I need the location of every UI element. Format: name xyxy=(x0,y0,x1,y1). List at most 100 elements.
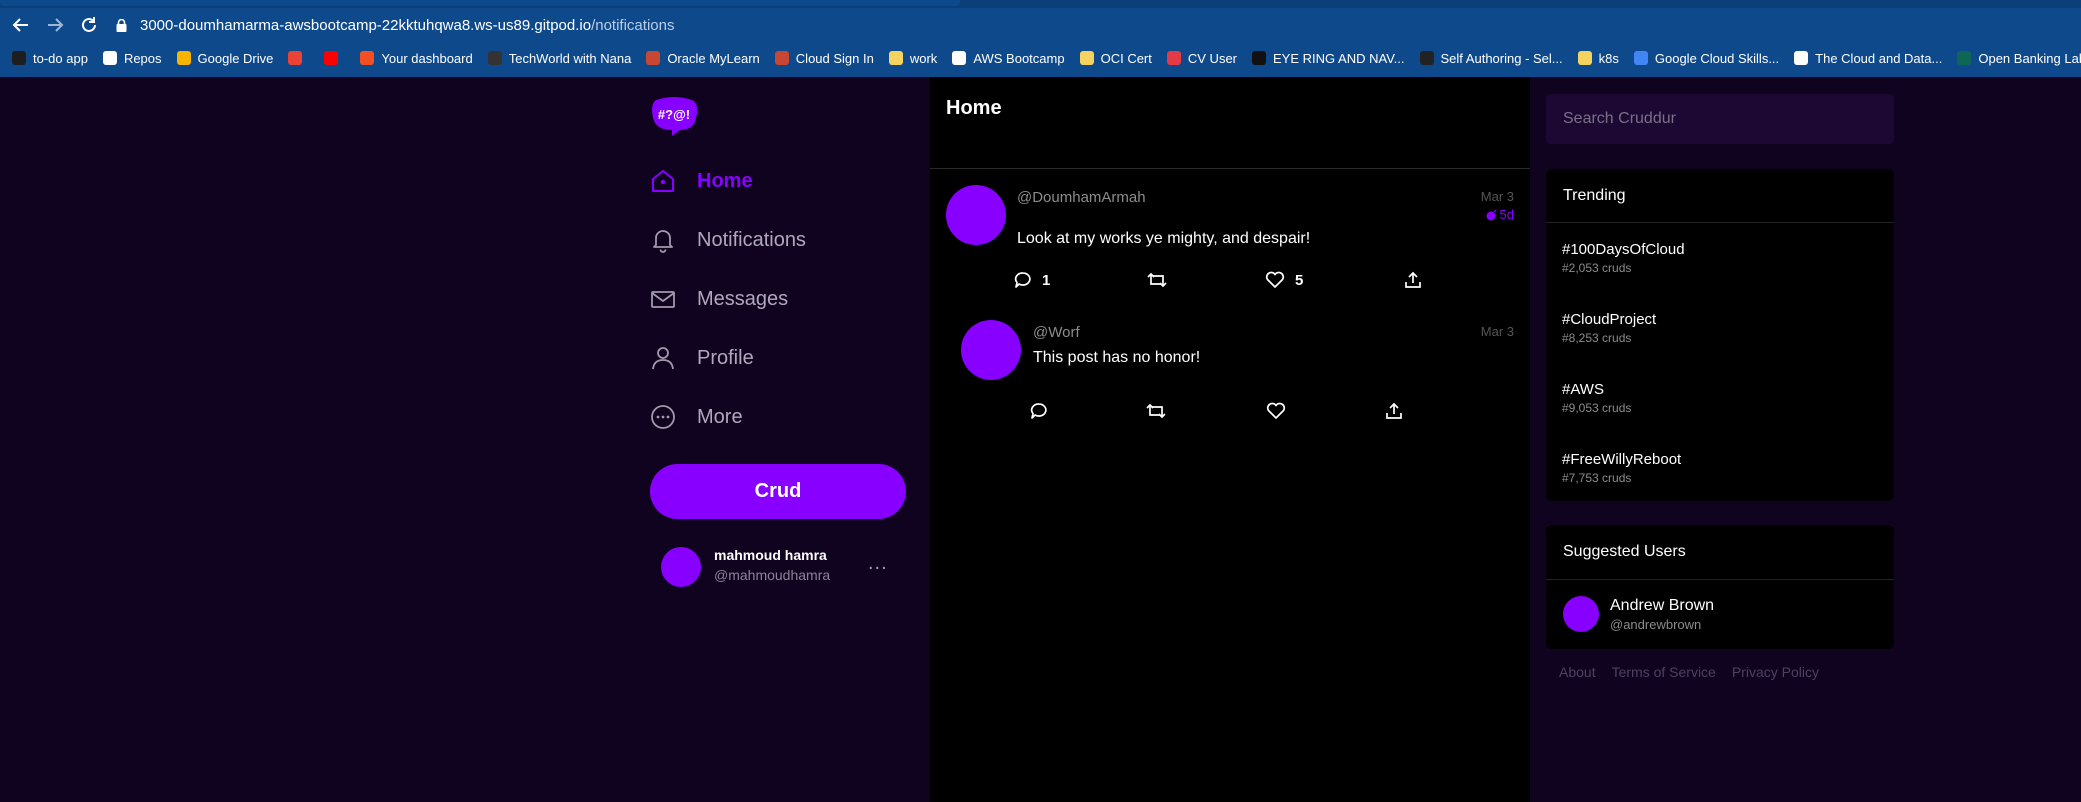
trending-item[interactable]: #FreeWillyReboot #7,753 cruds xyxy=(1562,451,1681,485)
share-icon xyxy=(1405,271,1421,288)
bookmark-item[interactable]: k8s xyxy=(1577,51,1619,66)
bookmark-item[interactable] xyxy=(288,51,309,65)
reply-button[interactable] xyxy=(1030,402,1058,420)
bookmark-icon xyxy=(952,51,967,65)
bookmark-icon xyxy=(288,51,303,65)
tab-strip xyxy=(0,0,2081,8)
trending-count: #2,053 cruds xyxy=(1562,261,1632,275)
sidebar-item-more[interactable]: More xyxy=(650,397,930,437)
bookmark-item[interactable]: CV User xyxy=(1166,51,1237,66)
profile-card[interactable]: mahmoud hamra @mahmoudhamra ... xyxy=(661,542,906,594)
bookmark-item[interactable]: work xyxy=(888,51,937,66)
bookmark-icon xyxy=(1794,51,1809,65)
post-message: This post has no honor! xyxy=(1033,349,1201,366)
reply-button[interactable]: 1 xyxy=(1014,271,1050,289)
forward-arrow-icon[interactable] xyxy=(42,12,68,38)
bookmark-item[interactable]: AWS Bootcamp xyxy=(952,51,1065,66)
bookmark-icon xyxy=(1166,51,1181,65)
post[interactable]: @Worf Mar 3 This post has no honor! xyxy=(930,320,1530,420)
trending-box: Trending #100DaysOfCloud #2,053 cruds #C… xyxy=(1546,169,1894,501)
reply-icon xyxy=(1014,272,1031,288)
bookmark-item[interactable]: to-do app xyxy=(12,51,88,66)
about-link[interactable]: About xyxy=(1559,664,1596,680)
more-circle-icon xyxy=(650,404,676,430)
back-arrow-icon[interactable] xyxy=(8,12,34,38)
reply-icon xyxy=(1030,403,1047,419)
address-bar[interactable]: 3000-doumhamarma-awsbootcamp-22kktuhqwa8… xyxy=(112,12,674,38)
bookmark-item[interactable]: Oracle MyLearn xyxy=(646,51,760,66)
trending-item[interactable]: #100DaysOfCloud #2,053 cruds xyxy=(1562,241,1685,275)
bookmarks-bar: to-do app Repos Google Drive Your dashboard… xyxy=(0,46,2081,70)
trending-count: #8,253 cruds xyxy=(1562,331,1632,345)
sidebar-item-profile[interactable]: Profile xyxy=(650,338,930,378)
avatar[interactable] xyxy=(961,320,1021,380)
logo-text: #?@! xyxy=(658,107,690,122)
bookmark-icon xyxy=(774,51,789,65)
share-icon xyxy=(1386,402,1402,419)
bookmark-label: Repos xyxy=(123,50,162,66)
search-input[interactable]: Search Cruddur xyxy=(1546,94,1894,144)
trending-item[interactable]: #AWS #9,053 cruds xyxy=(1562,381,1631,415)
like-button[interactable]: 5 xyxy=(1265,271,1303,289)
privacy-link[interactable]: Privacy Policy xyxy=(1732,664,1819,680)
bookmark-item[interactable] xyxy=(324,51,345,65)
post-date: Mar 3 xyxy=(1480,189,1514,204)
post-handle[interactable]: @DoumhamArmah xyxy=(1017,189,1146,206)
footer-links: About Terms of Service Privacy Policy xyxy=(1559,664,1835,680)
like-count: 5 xyxy=(1295,271,1304,289)
terms-link[interactable]: Terms of Service xyxy=(1612,664,1716,680)
bookmark-label: Your dashboard xyxy=(381,50,473,66)
tab-active[interactable] xyxy=(0,0,960,6)
bookmark-item[interactable]: TechWorld with Nana xyxy=(487,50,632,66)
bookmark-label: Open Banking Lab -... xyxy=(1978,50,2081,66)
repost-button[interactable] xyxy=(1147,271,1177,289)
share-button[interactable] xyxy=(1385,402,1413,420)
bookmark-item[interactable]: Repos xyxy=(102,50,162,66)
bookmark-item[interactable]: Open Banking Lab -... xyxy=(1957,51,2081,66)
url-text[interactable]: 3000-doumhamarma-awsbootcamp-22kktuhqwa8… xyxy=(140,17,674,34)
trending-tag: #AWS xyxy=(1562,381,1604,398)
tab[interactable] xyxy=(965,0,1205,6)
post[interactable]: @DoumhamArmah Mar 3 5d Look at my works … xyxy=(930,185,1530,289)
trending-count: #7,753 cruds xyxy=(1562,471,1632,485)
sidebar-item-label: Profile xyxy=(697,346,754,369)
avatar[interactable] xyxy=(946,185,1006,245)
bell-icon xyxy=(650,227,676,253)
suggested-user-name[interactable]: Andrew Brown xyxy=(1610,597,1714,615)
bookmark-label: EYE RING AND NAV... xyxy=(1273,50,1405,66)
heart-icon xyxy=(1265,271,1285,288)
share-button[interactable] xyxy=(1404,271,1432,289)
repost-button[interactable] xyxy=(1146,402,1176,420)
profile-handle: @mahmoudhamra xyxy=(714,567,831,583)
bookmark-label: The Cloud and Data... xyxy=(1815,50,1943,66)
bookmark-item[interactable]: Self Authoring - Sel... xyxy=(1419,51,1563,66)
bookmark-label: TechWorld with Nana xyxy=(508,50,632,66)
reload-icon[interactable] xyxy=(76,12,102,38)
sidebar-item-messages[interactable]: Messages xyxy=(650,279,930,319)
bookmark-item[interactable]: The Cloud and Data... xyxy=(1794,51,1942,66)
bookmark-item[interactable]: OCI Cert xyxy=(1079,51,1152,66)
sidebar-item-notifications[interactable]: Notifications xyxy=(650,220,930,260)
trending-item[interactable]: #CloudProject #8,253 cruds xyxy=(1562,311,1656,345)
bookmark-icon xyxy=(12,51,26,65)
avatar[interactable] xyxy=(1563,596,1599,632)
like-button[interactable] xyxy=(1266,402,1296,420)
browser-chrome: 3000-doumhamarma-awsbootcamp-22kktuhqwa8… xyxy=(0,0,2081,77)
heart-icon xyxy=(1266,402,1286,419)
post-expires: 5d xyxy=(1486,207,1514,222)
avatar xyxy=(661,547,701,587)
bookmark-icon xyxy=(487,51,502,65)
bookmark-item[interactable]: EYE RING AND NAV... xyxy=(1252,51,1405,66)
bookmark-item[interactable]: Google Cloud Skills... xyxy=(1633,51,1779,66)
bookmark-item[interactable]: Google Drive xyxy=(176,51,273,66)
crud-button[interactable]: Crud xyxy=(650,464,906,519)
bookmark-item[interactable]: Cloud Sign In xyxy=(774,51,874,66)
lock-icon xyxy=(112,16,130,34)
post-handle[interactable]: @Worf xyxy=(1033,324,1080,341)
sidebar-item-home[interactable]: Home xyxy=(650,161,930,201)
bookmark-icon xyxy=(1252,51,1267,65)
bookmark-icon xyxy=(1633,51,1648,65)
profile-more-button[interactable]: ... xyxy=(868,552,888,575)
logo[interactable]: #?@! xyxy=(650,96,698,136)
bookmark-item[interactable]: Your dashboard xyxy=(360,50,473,66)
